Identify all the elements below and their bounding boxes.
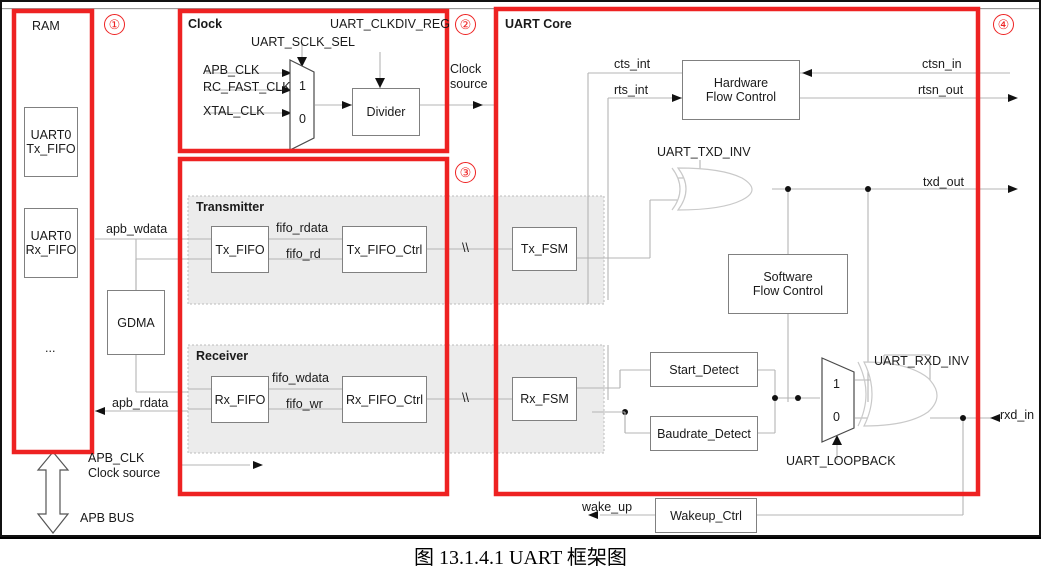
block-label: Software Flow Control — [752, 270, 824, 298]
caption-rule — [0, 537, 1041, 539]
signal-rts-int: rts_int — [614, 83, 649, 97]
signal-uart-sclk-sel: UART_SCLK_SEL — [251, 35, 355, 49]
block-tx-fifo-ctrl: Tx_FIFO_Ctrl — [342, 226, 427, 273]
uart-core-title: UART Core — [505, 17, 572, 31]
block-uart0-rx-fifo: UART0 Rx_FIFO — [24, 208, 78, 278]
signal-uart-clkdiv-reg: UART_CLKDIV_REG — [330, 17, 450, 31]
group-number-4: ④ — [993, 14, 1014, 35]
block-wakeup-ctrl: Wakeup_Ctrl — [655, 498, 757, 533]
signal-fifo-wr: fifo_wr — [286, 397, 323, 411]
ram-ellipsis: ... — [45, 341, 56, 355]
transmitter-band-title: Transmitter — [196, 200, 265, 214]
signal-apb-clk: APB_CLK — [203, 63, 260, 77]
group-number-1: ① — [104, 14, 125, 35]
group-number-2: ② — [455, 14, 476, 35]
signal-cts-int: cts_int — [614, 57, 651, 71]
signal-clock-source: Clock source — [450, 62, 488, 91]
loopback-mux-input-0-label: 0 — [833, 410, 840, 424]
signal-fifo-wdata: fifo_wdata — [272, 371, 329, 385]
signal-apb-rdata: apb_rdata — [112, 396, 169, 410]
clock-source-mux — [289, 59, 315, 151]
signal-xtal-clk: XTAL_CLK — [203, 104, 265, 118]
signal-ctsn-in: ctsn_in — [922, 57, 962, 71]
block-tx-fsm: Tx_FSM — [512, 227, 577, 271]
block-software-flow-control: Software Flow Control — [728, 254, 848, 314]
receiver-band-title: Receiver — [196, 349, 249, 363]
txd-xor-gate — [671, 167, 753, 211]
block-hardware-flow-control: Hardware Flow Control — [682, 60, 800, 120]
block-rx-fifo: Rx_FIFO — [211, 376, 269, 423]
ram-title: RAM — [32, 19, 60, 33]
block-rx-fifo-ctrl: Rx_FIFO_Ctrl — [342, 376, 427, 423]
uart-block-diagram-figure: ① ② ③ ④ RAM Clock UART Core Transmitter … — [0, 0, 1041, 579]
clock-title: Clock — [188, 17, 223, 31]
signal-uart-txd-inv: UART_TXD_INV — [657, 145, 751, 159]
block-tx-fifo: Tx_FIFO — [211, 226, 269, 273]
bus-slash-rx: \\ — [462, 391, 469, 405]
block-divider: Divider — [352, 88, 420, 136]
signal-wake-up: wake_up — [582, 500, 633, 514]
block-label: UART0 Tx_FIFO — [26, 128, 76, 156]
block-start-detect: Start_Detect — [650, 352, 758, 387]
signal-rxd-in: rxd_in — [1000, 408, 1035, 422]
signal-rtsn-out: rtsn_out — [918, 83, 964, 97]
apb-bus-arrow — [36, 451, 70, 534]
block-label: Hardware Flow Control — [705, 76, 777, 104]
signal-fifo-rd: fifo_rd — [286, 247, 321, 261]
signal-uart-rxd-inv: UART_RXD_INV — [874, 354, 969, 368]
signal-fifo-rdata: fifo_rdata — [276, 221, 329, 235]
bus-slash-tx: \\ — [462, 241, 469, 255]
signal-rc-fast-clk: RC_FAST_CLK — [203, 80, 291, 94]
block-baudrate-detect: Baudrate_Detect — [650, 416, 758, 451]
signal-apb-bus: APB BUS — [80, 511, 135, 525]
signal-apb-wdata: apb_wdata — [106, 222, 168, 236]
block-uart0-tx-fifo: UART0 Tx_FIFO — [24, 107, 78, 177]
mux-input-0-label: 0 — [299, 112, 306, 126]
rxd-xor-gate — [857, 361, 938, 427]
loopback-mux — [821, 357, 855, 443]
block-rx-fsm: Rx_FSM — [512, 377, 577, 421]
signal-apb-clk-clock-source: APB_CLK Clock source — [88, 451, 161, 480]
loopback-mux-input-1-label: 1 — [833, 377, 840, 391]
signal-txd-out: txd_out — [923, 175, 965, 189]
signal-uart-loopback: UART_LOOPBACK — [786, 454, 896, 468]
block-label: UART0 Rx_FIFO — [25, 229, 77, 257]
figure-caption: 图 13.1.4.1 UART 框架图 — [414, 547, 627, 569]
block-gdma: GDMA — [107, 290, 165, 355]
group-number-3: ③ — [455, 162, 476, 183]
mux-input-1-label: 1 — [299, 79, 306, 93]
